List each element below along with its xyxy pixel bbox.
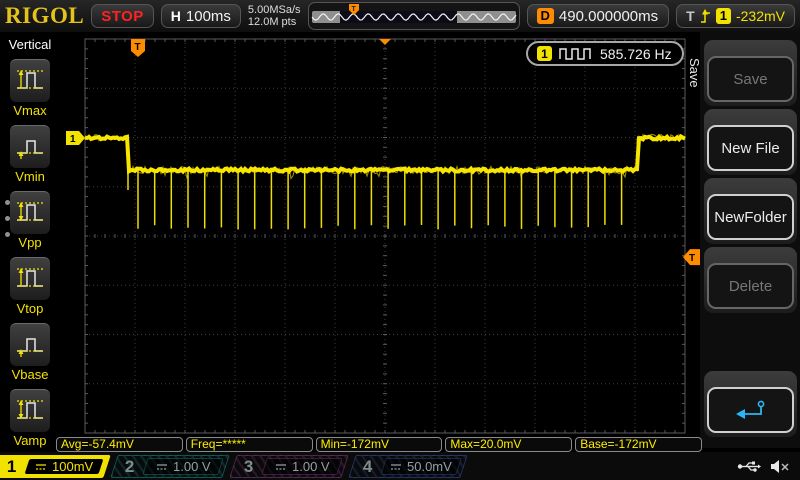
top-bar: RIGOL STOP H 100ms 5.00MSa/s 12.0M pts T… [0,0,800,32]
return-arrow-icon [735,400,764,419]
measurement-readout: Max=20.0mV [445,437,573,452]
measure-sidebar: Vertical Vmax Vmin Vpp Vtop Vbase Vamp [0,32,60,452]
freq-counter-value: 585.726 Hz [600,45,672,62]
channel-badge-4[interactable]: 4 50.0mV [348,454,468,478]
sample-rate: 5.00MSa/s [247,4,301,16]
measurement-readout: Avg=-57.4mV [56,437,183,452]
svg-text:T: T [689,253,695,264]
rigol-logo: RIGOL [5,3,85,28]
menu-slot: New File [704,109,797,175]
measure-label: Vamp [13,433,47,448]
vbase-icon [10,323,50,366]
measurement-readout: Min=-172mV [315,437,443,452]
rising-edge-icon [700,9,710,23]
channel-badge-1[interactable]: 1 100mV [0,454,111,478]
menu-slot: Delete [704,247,797,313]
channel-badge-2[interactable]: 2 1.00 V [110,454,230,478]
menu-button-newfolder[interactable]: NewFolder [707,194,794,240]
svg-text:T: T [135,42,141,53]
oscilloscope-screen: RIGOL STOP H 100ms 5.00MSa/s 12.0M pts T… [0,0,800,480]
measurement-readout: Base=-172mV [575,437,702,452]
menu-slot: Save [704,40,797,106]
trigger-label: T [686,8,695,24]
delay-value: 490.000000ms [558,7,659,25]
menu-slot: NewFolder [704,178,797,244]
measure-button-vmax[interactable]: Vmax [0,59,60,118]
vmax-icon [10,59,50,102]
vmin-icon [10,125,50,168]
trigger-level: -232mV [735,8,785,24]
channel-scale: 50.0mV [380,457,462,475]
run-state-label: STOP [101,7,144,25]
menu-button-save[interactable]: Save [707,56,794,102]
svg-text:1: 1 [70,134,76,145]
frequency-counter: 1 585.726 Hz [526,41,684,66]
measure-button-vmin[interactable]: Vmin [0,125,60,184]
svg-text:T: T [351,6,356,13]
dc-coupling-icon [35,463,46,469]
timebase-value: 100ms [185,7,231,25]
measure-category-title: Vertical [8,37,52,52]
run-stop-button[interactable]: STOP [91,4,154,28]
channel-scale: 1.00 V [261,457,343,475]
menu-slot [704,371,797,437]
dc-coupling-icon [275,463,286,469]
measurement-bar: Avg=-57.4mV Freq=***** Min=-172mV Max=20.0m… [56,437,702,452]
sample-rate-readout: 5.00MSa/s 12.0M pts [248,4,301,28]
menu-button-delete[interactable]: Delete [707,263,794,309]
measurement-readout: Freq=***** [185,437,313,452]
waveform-preview-bar[interactable]: T [307,2,520,30]
measure-label: Vpp [18,235,42,250]
trigger-readout[interactable]: T 1 -232mV [676,4,795,28]
channel-scale: 1.00 V [142,457,224,475]
measure-button-vamp[interactable]: Vamp [0,389,60,448]
scope-display[interactable]: 1 T T 1 585.726 Hz [60,32,700,437]
square-wave-icon [559,48,591,60]
measure-label: Vtop [16,301,44,316]
graticule [84,38,686,434]
measure-button-vbase[interactable]: Vbase [0,323,60,382]
dc-coupling-icon [391,463,402,469]
trigger-source: 1 [715,8,731,24]
horizontal-timebase[interactable]: H 100ms [160,4,241,28]
speaker-muted-icon [771,459,789,473]
status-icons [737,459,790,474]
measure-label: Vbase [11,367,49,382]
measure-label: Vmax [13,103,47,118]
memory-depth: 12.0M pts [247,16,297,28]
measure-label: Vmin [15,169,45,184]
measure-button-vtop[interactable]: Vtop [0,257,60,316]
dc-coupling-icon [156,463,167,469]
page-indicator-dots [5,200,10,237]
menu-button-new-file[interactable]: New File [707,125,794,171]
channel-scale: 100mV [24,458,104,474]
usb-icon [737,461,761,472]
vamp-icon [10,389,50,432]
preview-waveform: T [311,4,516,23]
h-label: H [170,8,181,24]
channel-bar: 1 100mV 2 1.00 V 3 1.00 V 4 50.0mV [0,452,800,480]
delay-label: D [536,8,554,24]
screen-center-marker[interactable] [379,39,391,45]
vtop-icon [10,257,50,300]
freq-counter-channel: 1 [537,46,552,61]
delay-readout[interactable]: D 490.000000ms [526,4,670,28]
menu-back-button[interactable] [707,387,794,433]
channel-badge-3[interactable]: 3 1.00 V [229,454,349,478]
menu-tab-save: Save [687,58,702,88]
save-menu: Save Save New File NewFolder Delete [687,32,800,448]
vpp-icon [10,191,50,234]
